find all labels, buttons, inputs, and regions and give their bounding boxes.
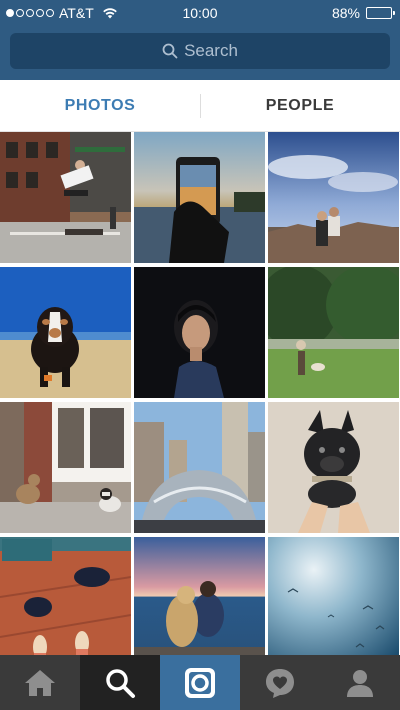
photo-park-dog[interactable] [268,267,399,398]
tab-divider [200,94,201,118]
status-bar: AT&T 10:00 88% [0,0,400,26]
nav-search[interactable] [80,655,160,710]
tab-people[interactable]: PEOPLE [200,80,400,131]
home-icon [25,669,55,696]
photo-woman-dog-sea[interactable] [134,537,265,668]
photo-grid [0,132,400,668]
explore-screen: AT&T 10:00 88% Search PHOTOS PEOPLE [0,0,400,710]
tab-photos[interactable]: PHOTOS [0,80,200,131]
search-icon [106,668,135,698]
photo-canyon-couple[interactable] [268,132,399,263]
nav-camera[interactable] [160,655,240,710]
photo-wooden-floor[interactable] [0,537,131,668]
camera-icon [185,667,215,698]
tab-bar: PHOTOS PEOPLE [0,80,400,132]
photo-french-bulldog[interactable] [268,402,399,533]
battery-indicator: 88% [331,5,395,21]
header: AT&T 10:00 88% Search [0,0,400,80]
photo-woman-portrait[interactable] [134,267,265,398]
photo-phone-sunset[interactable] [134,132,265,263]
nav-activity[interactable] [240,655,320,710]
nav-home[interactable] [0,655,80,710]
photo-skater-street[interactable] [0,132,131,263]
search-placeholder: Search [184,41,238,60]
nav-profile[interactable] [320,655,400,710]
bottom-nav [0,655,400,710]
battery-icon [366,7,395,19]
search-input[interactable]: Search [10,33,390,69]
activity-heart-icon [266,668,294,698]
profile-icon [347,669,373,697]
photo-dogs-sidewalk[interactable] [0,402,131,533]
battery-percentage: 88% [331,5,360,21]
photo-sky-birds[interactable] [268,537,399,668]
search-icon [162,43,178,59]
photo-dog-beach[interactable] [0,267,131,398]
photo-cloud-gate[interactable] [134,402,265,533]
